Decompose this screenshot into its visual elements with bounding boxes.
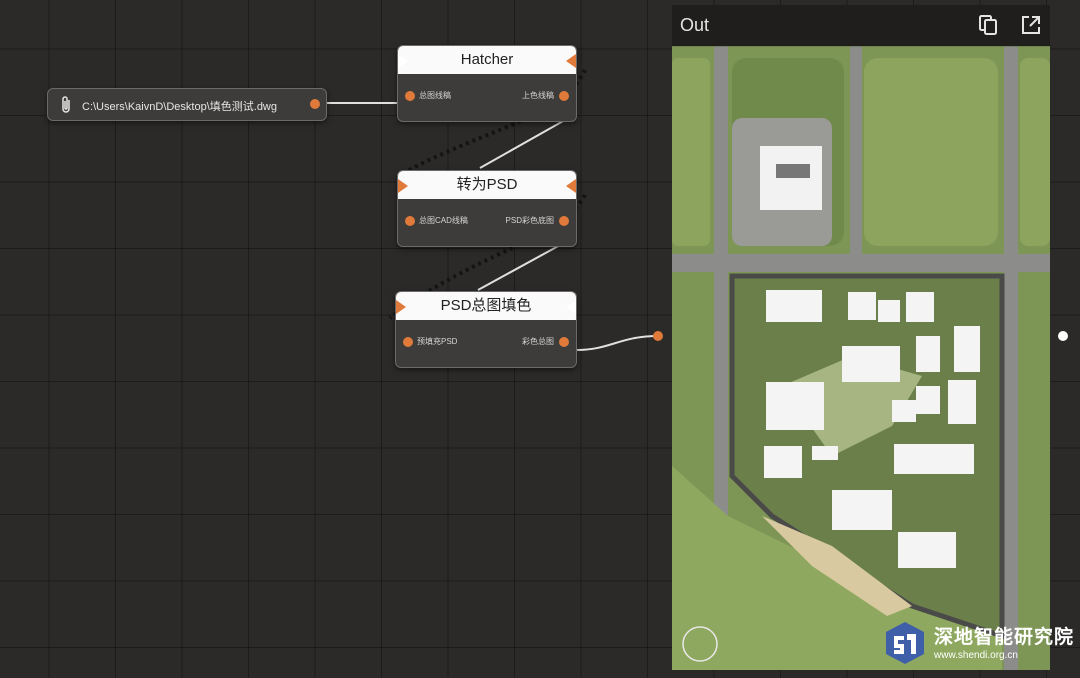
psd-fill-node-title: PSD总图填色: [440, 297, 532, 314]
hatcher-node-title: Hatcher: [460, 51, 514, 68]
file-input-node[interactable]: C:\Users\KaivnD\Desktop\填色测试.dwg: [47, 88, 327, 121]
psd-fill-node-header[interactable]: PSD总图填色: [396, 292, 576, 320]
hatcher-node[interactable]: Hatcher 总图线稿 上色线稿: [397, 45, 577, 122]
convert-psd-node-title: 转为PSD: [456, 176, 518, 193]
psd-fill-input-label: 预填充PSD: [417, 337, 458, 346]
file-path-label: C:\Users\KaivnD\Desktop\填色测试.dwg: [82, 101, 277, 113]
watermark-logo: 深地智能研究院 www.shendi.org.cn: [882, 620, 1075, 670]
out-panel-header: Out: [672, 5, 1050, 46]
convert-psd-flow-in-icon[interactable]: [398, 179, 408, 193]
file-output-port[interactable]: [310, 99, 320, 109]
watermark-brand: 深地智能研究院: [934, 627, 1075, 648]
panel-resize-handle[interactable]: [1058, 331, 1068, 341]
out-panel-title: Out: [680, 15, 710, 35]
convert-psd-output-label: PSD彩色底图: [505, 216, 554, 225]
psd-fill-input-port[interactable]: [403, 337, 413, 347]
convert-psd-input-label: 总图CAD线稿: [419, 216, 468, 225]
hatcher-flow-in-icon[interactable]: [398, 54, 408, 68]
psd-fill-node[interactable]: PSD总图填色 预填充PSD 彩色总图: [395, 291, 577, 368]
hatcher-node-header[interactable]: Hatcher: [398, 46, 576, 74]
hatcher-flow-out-icon[interactable]: [566, 54, 576, 68]
hatcher-input-label: 总图线稿: [419, 91, 451, 100]
paperclip-icon: [62, 96, 70, 113]
copy-icon[interactable]: [977, 14, 999, 36]
hatcher-output-label: 上色线稿: [522, 91, 554, 100]
watermark-url: www.shendi.org.cn: [934, 650, 1018, 661]
convert-psd-output-port[interactable]: [559, 216, 569, 226]
psd-fill-output-port[interactable]: [559, 337, 569, 347]
psd-fill-flow-in-icon[interactable]: [396, 300, 406, 314]
out-preview-panel[interactable]: Out: [672, 5, 1050, 670]
psd-fill-output-label: 彩色总图: [522, 337, 554, 346]
hatcher-input-port[interactable]: [405, 91, 415, 101]
convert-psd-node[interactable]: 转为PSD 总图CAD线稿 PSD彩色底图: [397, 170, 577, 247]
convert-psd-input-port[interactable]: [405, 216, 415, 226]
convert-psd-node-header[interactable]: 转为PSD: [398, 171, 576, 199]
site-plan-image: [672, 46, 1050, 670]
convert-psd-flow-out-icon[interactable]: [566, 179, 576, 193]
hatcher-output-port[interactable]: [559, 91, 569, 101]
shendi-logo-icon: [886, 622, 924, 664]
psd-fill-flow-out-icon[interactable]: [566, 300, 576, 314]
external-link-icon[interactable]: [1020, 14, 1042, 36]
